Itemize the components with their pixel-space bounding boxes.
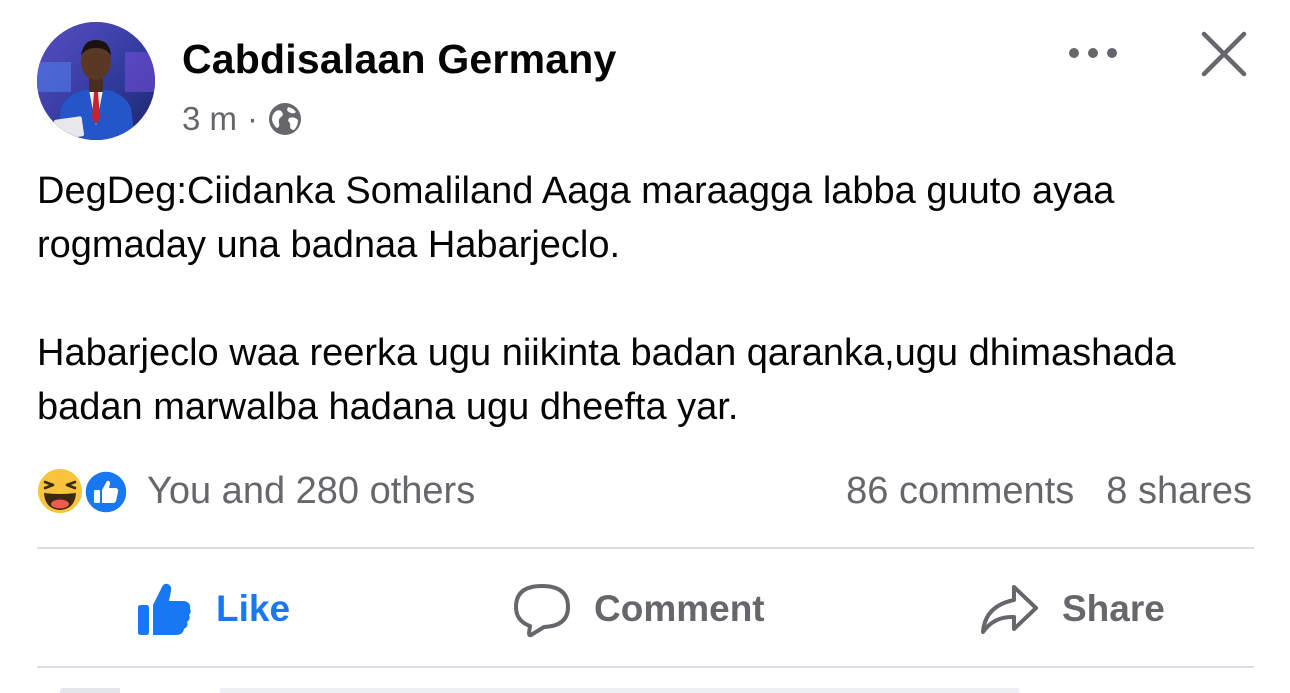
profile-photo bbox=[37, 22, 155, 140]
thumbs-up-icon bbox=[138, 583, 191, 635]
post-text: DegDeg:Ciidanka Somaliland Aaga maraagga… bbox=[37, 164, 1257, 434]
divider bbox=[37, 666, 1254, 668]
comments-count[interactable]: 86 comments bbox=[846, 470, 1074, 513]
post-paragraph: DegDeg:Ciidanka Somaliland Aaga maraagga… bbox=[37, 170, 1115, 266]
post-paragraph: Habarjeclo waa reerka ugu niikinta badan… bbox=[37, 332, 1176, 428]
divider bbox=[37, 547, 1254, 549]
haha-icon bbox=[36, 467, 84, 515]
share-label: Share bbox=[1062, 588, 1165, 629]
comment-icon bbox=[514, 584, 570, 638]
next-comment-preview bbox=[60, 688, 1020, 693]
more-horizontal-icon[interactable] bbox=[1064, 36, 1122, 70]
engagement-counts: 86 comments 8 shares bbox=[846, 466, 1252, 516]
reactions-count[interactable]: You and 280 others bbox=[147, 470, 475, 513]
comment-label: Comment bbox=[594, 588, 765, 629]
post-meta: 3 m · bbox=[182, 100, 303, 138]
meta-separator: · bbox=[247, 100, 259, 137]
post-timestamp[interactable]: 3 m bbox=[182, 100, 237, 138]
share-button[interactable]: Share bbox=[978, 574, 1165, 644]
close-icon[interactable] bbox=[1198, 28, 1250, 80]
reactions-summary[interactable]: You and 280 others bbox=[35, 466, 475, 516]
comment-button[interactable]: Comment bbox=[512, 574, 765, 644]
globe-icon bbox=[269, 103, 302, 135]
like-label: Like bbox=[216, 588, 291, 629]
author-name[interactable]: Cabdisalaan Germany bbox=[182, 36, 616, 83]
share-arrow-icon bbox=[981, 585, 1038, 634]
like-button[interactable]: Like bbox=[134, 574, 290, 644]
reaction-icons bbox=[35, 466, 135, 516]
like-reaction-icon bbox=[83, 469, 129, 515]
avatar[interactable] bbox=[37, 22, 155, 140]
shares-count[interactable]: 8 shares bbox=[1106, 470, 1252, 513]
